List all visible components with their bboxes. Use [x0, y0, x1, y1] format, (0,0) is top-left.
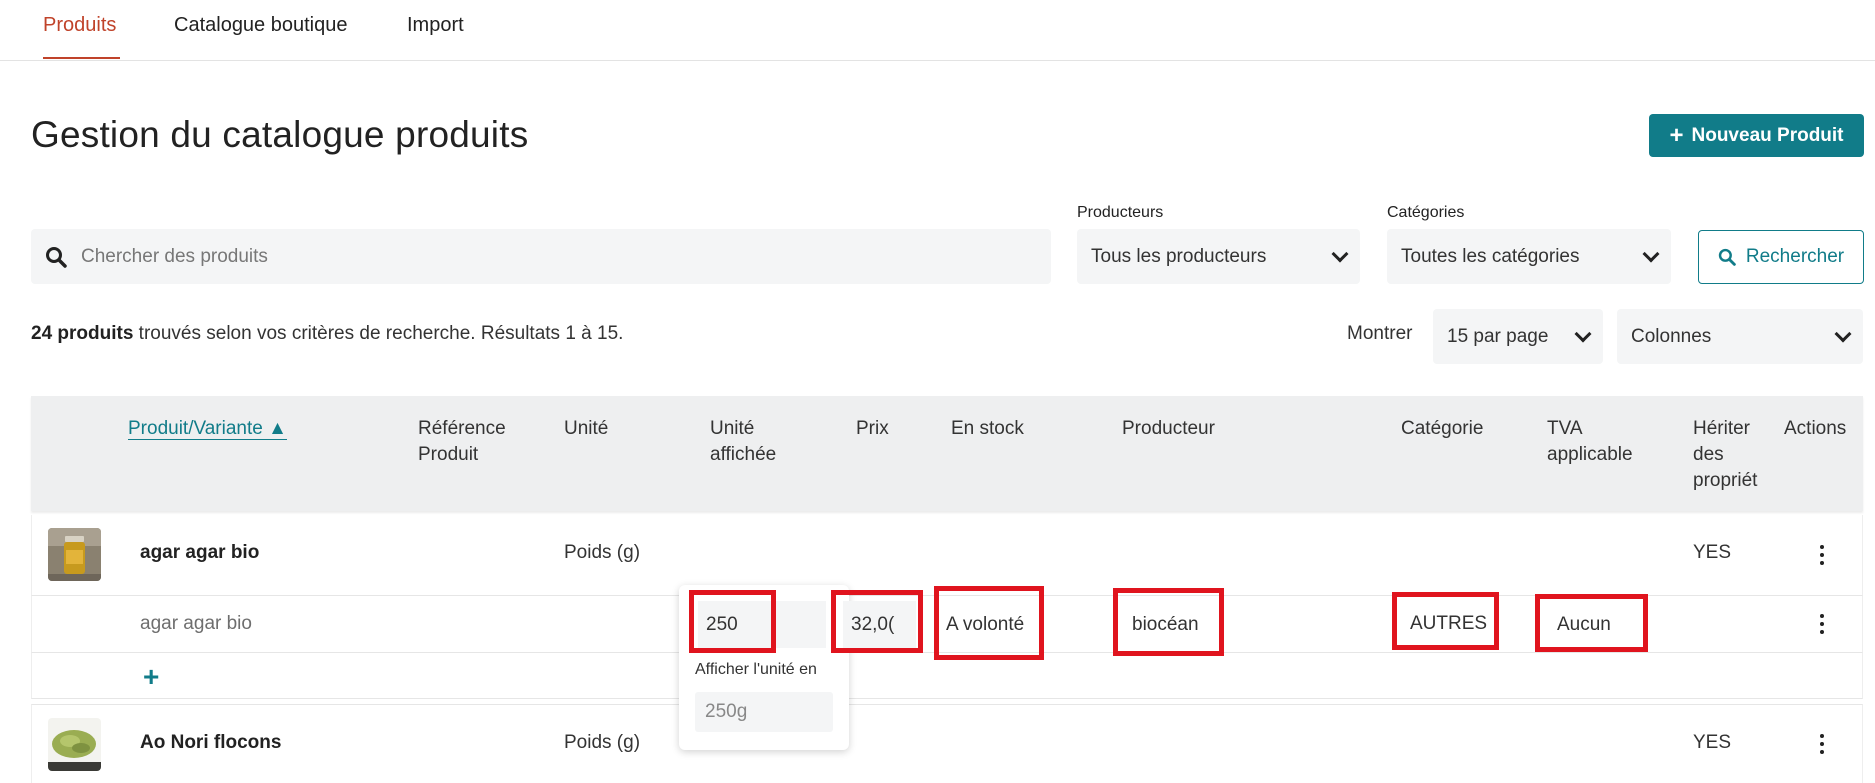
- columns-select[interactable]: Colonnes: [1617, 309, 1863, 364]
- header-inherit-line3: propriét: [1693, 470, 1758, 491]
- search-button-label: Rechercher: [1745, 246, 1845, 267]
- highlight-box-stock: [934, 586, 1044, 660]
- search-button[interactable]: Rechercher: [1698, 230, 1864, 284]
- header-vat-line1: TVA: [1547, 418, 1583, 439]
- header-inherit-line2: des: [1693, 444, 1724, 465]
- show-label: Montrer: [1347, 323, 1413, 344]
- variant-name[interactable]: agar agar bio: [140, 613, 252, 635]
- tab-import[interactable]: Import: [407, 14, 464, 37]
- new-product-label: Nouveau Produit: [1691, 124, 1844, 146]
- categories-filter-label: Catégories: [1387, 204, 1465, 221]
- results-summary: 24 produits trouvés selon vos critères d…: [31, 323, 623, 345]
- search-icon: [1718, 248, 1736, 266]
- chevron-down-icon: [1834, 325, 1852, 342]
- active-tab-indicator: [43, 57, 120, 59]
- product-inherit: YES: [1693, 732, 1732, 753]
- header-category: Catégorie: [1401, 418, 1484, 439]
- search-box: [31, 229, 1051, 284]
- tab-produits[interactable]: Produits: [43, 14, 116, 37]
- header-actions: Actions: [1784, 418, 1847, 439]
- columns-value: Colonnes: [1631, 325, 1712, 347]
- highlight-box-vat: [1535, 594, 1648, 652]
- row-actions-menu-icon[interactable]: [1819, 734, 1825, 754]
- highlight-box-displayed-unit: [689, 590, 776, 653]
- results-text: trouvés selon vos critères de recherche.…: [133, 323, 624, 344]
- product-thumbnail: [48, 718, 101, 771]
- header-producer: Producteur: [1122, 418, 1215, 439]
- product-name[interactable]: Ao Nori flocons: [140, 732, 281, 754]
- header-reference: Référence Produit: [418, 416, 506, 468]
- producers-filter-label: Producteurs: [1077, 204, 1164, 221]
- tab-catalogue-boutique[interactable]: Catalogue boutique: [174, 14, 347, 37]
- header-vat-line2: applicable: [1547, 444, 1633, 465]
- plus-icon: +: [1669, 121, 1684, 149]
- header-displayed-unit-line2: affichée: [710, 444, 777, 465]
- per-page-value: 15 par page: [1447, 325, 1549, 347]
- product-thumbnail: [48, 528, 101, 581]
- product-unit: Poids (g): [564, 542, 641, 563]
- header-displayed-unit: Unité affichée: [710, 416, 776, 468]
- categories-select[interactable]: Toutes les catégories: [1387, 229, 1671, 284]
- highlight-box-category: [1392, 592, 1499, 650]
- table-row[interactable]: agar agar bio Poids (g) YES: [31, 515, 1863, 596]
- product-unit: Poids (g): [564, 732, 641, 753]
- producers-select[interactable]: Tous les producteurs: [1077, 229, 1360, 284]
- header-price: Prix: [856, 418, 889, 439]
- highlight-box-producer: [1113, 588, 1224, 656]
- header-unit: Unité: [564, 418, 609, 439]
- producers-select-value: Tous les producteurs: [1091, 245, 1267, 267]
- chevron-down-icon: [1331, 245, 1349, 262]
- header-vat: TVA applicable: [1547, 416, 1633, 468]
- new-product-button[interactable]: + Nouveau Produit: [1649, 114, 1864, 157]
- header-reference-line1: Référence: [418, 418, 506, 439]
- per-page-select[interactable]: 15 par page: [1433, 309, 1603, 364]
- table-header: Produit/Variante ▲ Référence Produit Uni…: [31, 396, 1863, 511]
- header-reference-line2: Produit: [418, 444, 479, 465]
- product-inherit: YES: [1693, 542, 1732, 563]
- highlight-box-price: [831, 590, 923, 653]
- sort-product-variant[interactable]: Produit/Variante ▲: [128, 418, 287, 440]
- product-name[interactable]: agar agar bio: [140, 542, 259, 564]
- top-tabs: Produits Catalogue boutique Import: [0, 0, 1875, 61]
- search-input[interactable]: [81, 245, 981, 268]
- header-displayed-unit-line1: Unité: [710, 418, 755, 439]
- header-inherit-line1: Hériter: [1693, 418, 1751, 439]
- header-stock: En stock: [951, 418, 1024, 439]
- search-icon: [46, 246, 67, 268]
- categories-select-value: Toutes les catégories: [1401, 245, 1580, 267]
- add-variant-plus-icon[interactable]: +: [143, 661, 159, 693]
- chevron-down-icon: [1642, 245, 1660, 262]
- row-actions-menu-icon[interactable]: [1819, 545, 1825, 565]
- table-row[interactable]: Ao Nori flocons Poids (g) YES: [31, 704, 1863, 783]
- page-title: Gestion du catalogue produits: [31, 114, 529, 155]
- popup-title: Afficher l'unité en: [695, 661, 817, 678]
- header-inherit: Hériter des propriét: [1693, 416, 1757, 494]
- popup-unit-preview: 250g: [695, 692, 833, 732]
- variant-actions-menu-icon[interactable]: [1819, 614, 1825, 634]
- results-count: 24 produits: [31, 323, 134, 344]
- chevron-down-icon: [1574, 325, 1592, 342]
